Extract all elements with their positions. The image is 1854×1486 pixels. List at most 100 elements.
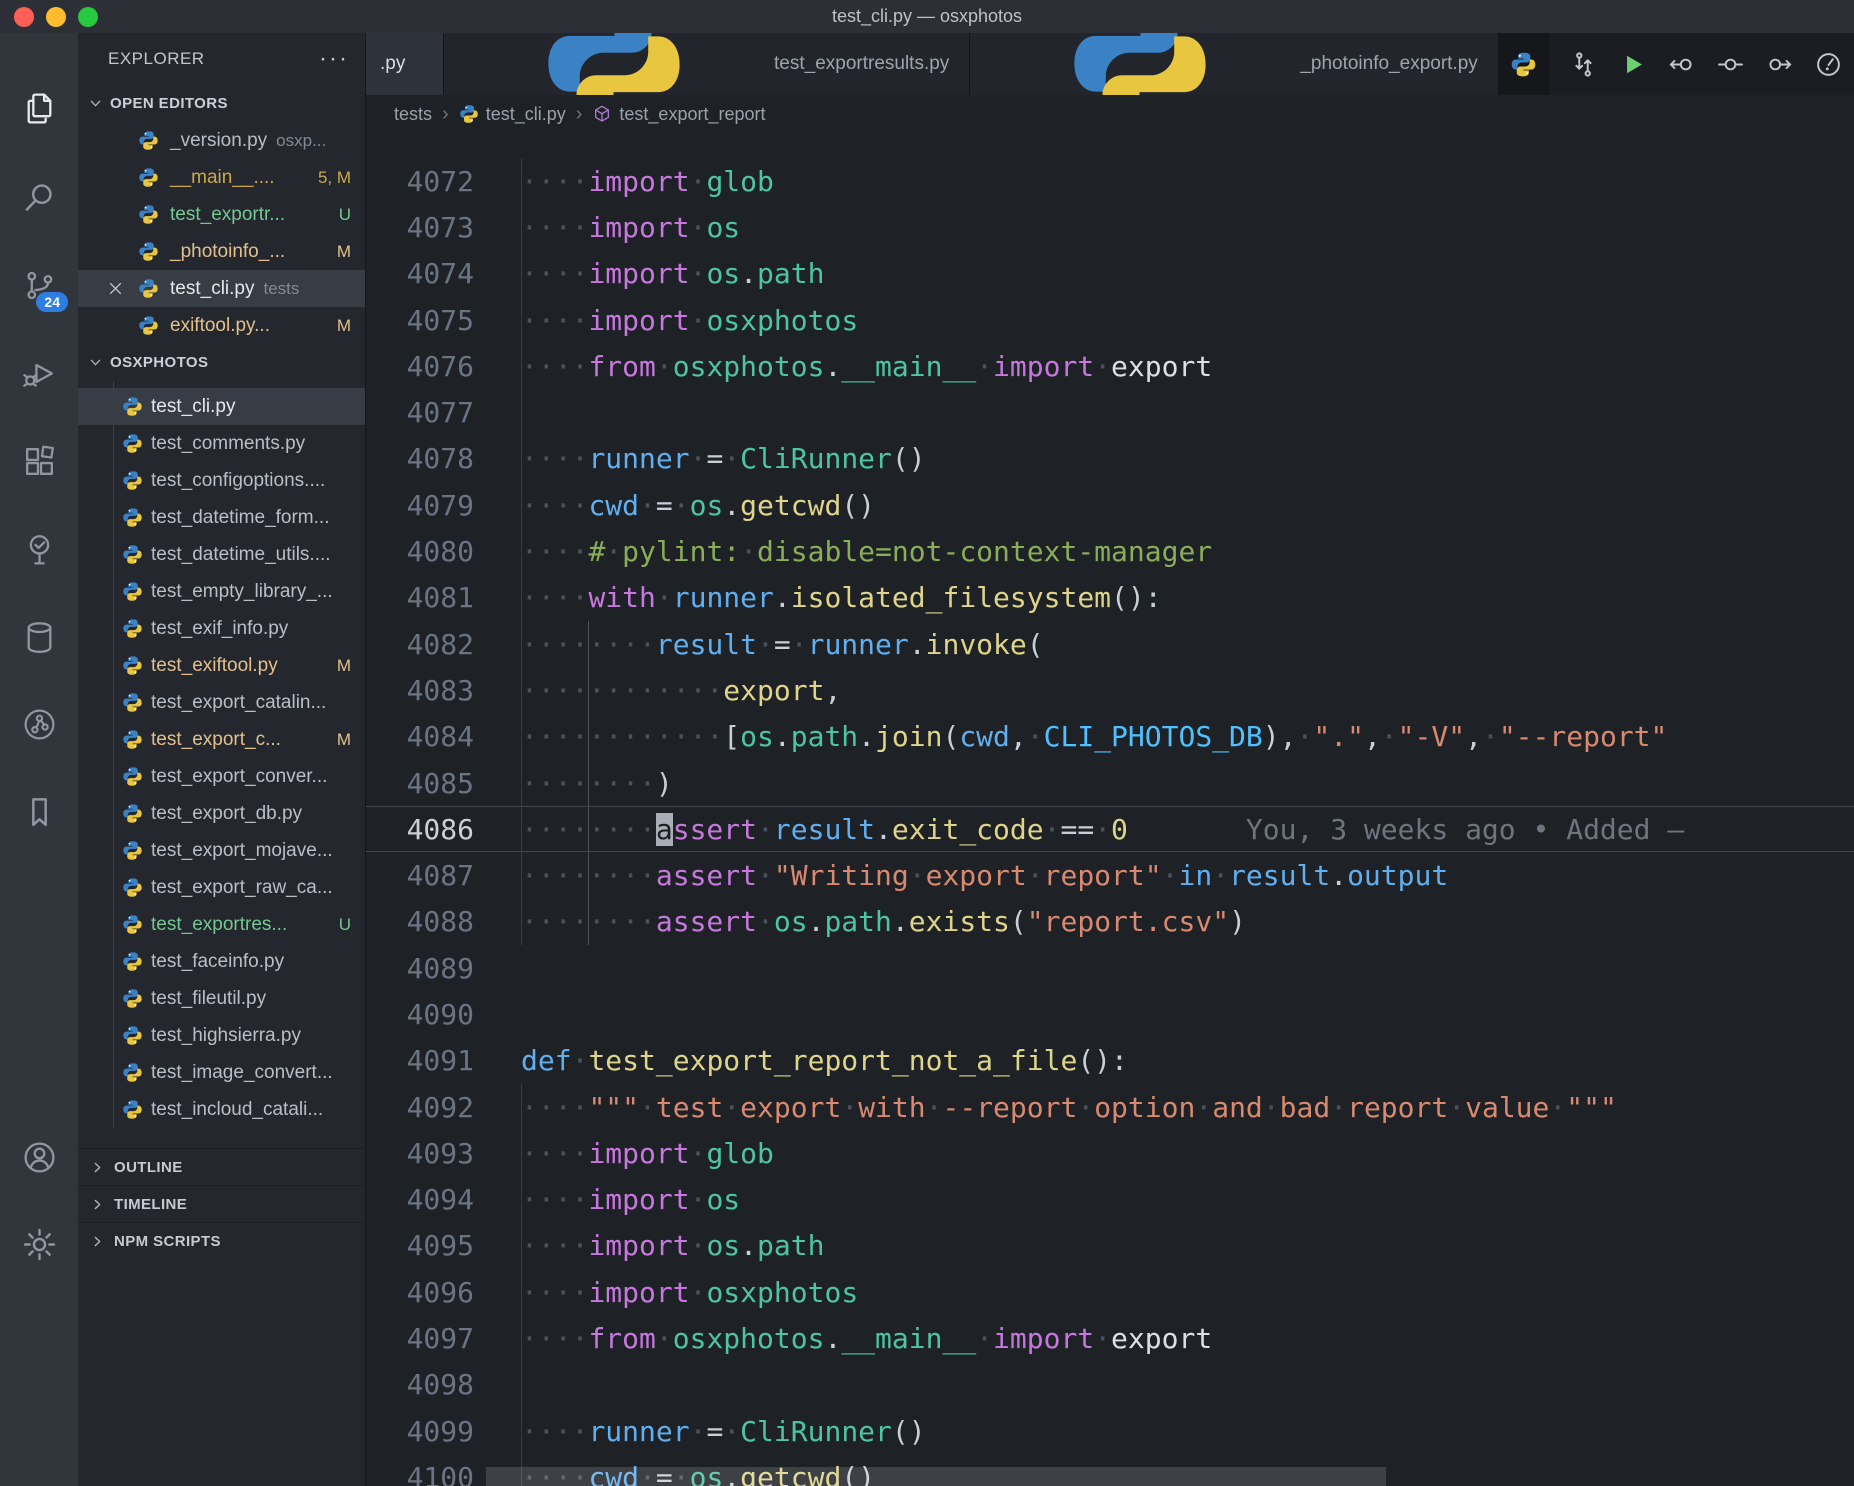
code-line[interactable]: 4081····with·runner.isolated_filesystem(… [366, 575, 1854, 621]
tree-item[interactable]: test_export_raw_ca... [78, 869, 365, 906]
tree-item[interactable]: test_incloud_catali... [78, 1091, 365, 1128]
code-line[interactable]: 4082········result·=·runner.invoke( [366, 621, 1854, 667]
activity-item-settings[interactable] [14, 1220, 64, 1268]
horizontal-scrollbar[interactable] [486, 1467, 1386, 1486]
tab-test_exportresults-py[interactable]: test_exportresults.py [444, 33, 970, 95]
sidebar-section-outline[interactable]: OUTLINE [78, 1148, 365, 1185]
activity-item-explorer[interactable] [14, 84, 64, 132]
activity-item-database[interactable] [14, 613, 64, 661]
python-file-icon [122, 803, 143, 824]
open-editor-item[interactable]: test_cli.pytests [78, 270, 365, 307]
code-line[interactable]: 4078····runner·=·CliRunner() [366, 436, 1854, 482]
code-line[interactable]: 4090 [366, 991, 1854, 1037]
breadcrumb-separator: › [442, 103, 449, 126]
run-file-button[interactable] [1616, 47, 1650, 81]
tree-item[interactable]: test_faceinfo.py [78, 943, 365, 980]
open-editor-item[interactable]: test_exportr...U [78, 196, 365, 233]
tree-item[interactable]: test_fileutil.py [78, 980, 365, 1017]
code-token: == [1060, 813, 1094, 846]
code-line[interactable]: 4083············export, [366, 667, 1854, 713]
open-editor-item[interactable]: __main__....5, M [78, 159, 365, 196]
continue-button[interactable] [1714, 47, 1748, 81]
tree-item[interactable]: test_export_c...M [78, 721, 365, 758]
code-line[interactable]: 4094····import·os [366, 1177, 1854, 1223]
activity-item-run-and-debug[interactable] [14, 349, 64, 397]
breadcrumb-item[interactable]: test_cli.py [459, 104, 566, 125]
tree-item[interactable]: test_configoptions.... [78, 462, 365, 499]
tab-_photoinfo_export-py[interactable]: _photoinfo_export.py [970, 33, 1498, 95]
tree-item[interactable]: test_highsierra.py [78, 1017, 365, 1054]
code-editor[interactable]: 4072····import·glob4073····import·os4074… [366, 133, 1854, 1486]
code-line[interactable]: 4077 [366, 389, 1854, 435]
tree-item[interactable]: test_datetime_utils.... [78, 536, 365, 573]
python-interpreter-button[interactable] [1499, 33, 1549, 95]
more-actions-icon[interactable]: ··· [319, 54, 349, 64]
code-line[interactable]: 4087········assert·"Writing·export·repor… [366, 852, 1854, 898]
project-section-header[interactable]: OSXPHOTOS [78, 344, 365, 381]
step-over-button[interactable] [1763, 47, 1797, 81]
code-line[interactable]: 4093····import·glob [366, 1130, 1854, 1176]
code-line[interactable]: 4089 [366, 945, 1854, 991]
minimize-window-button[interactable] [46, 7, 66, 27]
breadcrumb-item[interactable]: tests [394, 104, 432, 125]
activity-item-bookmarks[interactable] [14, 788, 64, 836]
code-line[interactable]: 4096····import·osxphotos [366, 1269, 1854, 1315]
code-token: ···· [521, 1415, 588, 1448]
open-editor-item[interactable]: _version.pyosxp... [78, 122, 365, 159]
code-line[interactable]: 4079····cwd·=·os.getcwd() [366, 482, 1854, 528]
code-line[interactable]: 4080····#·pylint:·disable=not-context-ma… [366, 528, 1854, 574]
step-back-button[interactable] [1665, 47, 1699, 81]
open-editor-item[interactable]: exiftool.py...M [78, 307, 365, 344]
compare-changes-button[interactable] [1567, 47, 1601, 81]
activity-item-source-control[interactable]: 24 [14, 261, 64, 309]
tab--py[interactable]: .py [366, 33, 444, 95]
code-line[interactable]: 4084············[os.path.join(cwd,·CLI_P… [366, 714, 1854, 760]
code-line[interactable]: 4088········assert·os.path.exists("repor… [366, 899, 1854, 945]
activity-item-accounts[interactable] [14, 1133, 64, 1181]
code-token: from [588, 1322, 655, 1355]
activity-item-search[interactable] [14, 172, 64, 220]
tree-item[interactable]: test_export_conver... [78, 758, 365, 795]
tree-item[interactable]: test_empty_library_... [78, 573, 365, 610]
code-line[interactable]: 4075····import·osxphotos [366, 297, 1854, 343]
tree-item[interactable]: test_datetime_form... [78, 499, 365, 536]
sidebar-section-timeline[interactable]: TIMELINE [78, 1185, 365, 1222]
code-token: · [572, 1044, 589, 1077]
code-line[interactable]: 4091def·test_export_report_not_a_file(): [366, 1038, 1854, 1084]
code-token: · [656, 350, 673, 383]
tree-item[interactable]: test_exif_info.py [78, 610, 365, 647]
tree-item[interactable]: test_export_mojave... [78, 832, 365, 869]
code-line[interactable]: 4095····import·os.path [366, 1223, 1854, 1269]
tree-item[interactable]: test_export_catalin... [78, 684, 365, 721]
code-line[interactable]: 4097····from·osxphotos.__main__·import·e… [366, 1315, 1854, 1361]
line-number: 4095 [366, 1229, 474, 1262]
activity-item-git-graph[interactable] [14, 700, 64, 748]
open-editors-header[interactable]: OPEN EDITORS [78, 85, 365, 122]
tree-item[interactable]: test_export_db.py [78, 795, 365, 832]
code-line[interactable]: 4085········) [366, 760, 1854, 806]
code-line[interactable]: 4076····from·osxphotos.__main__·import·e… [366, 343, 1854, 389]
activity-item-testing[interactable] [14, 525, 64, 573]
open-editor-item[interactable]: _photoinfo_...M [78, 233, 365, 270]
code-token: CliRunner [740, 442, 892, 475]
zoom-window-button[interactable] [78, 7, 98, 27]
tree-item[interactable]: test_comments.py [78, 425, 365, 462]
code-line[interactable]: 4086········assert·result.exit_code·==·0… [366, 806, 1854, 852]
code-line[interactable]: 4073····import·os [366, 204, 1854, 250]
tree-item[interactable]: test_cli.py [78, 388, 365, 425]
code-line[interactable]: 4072····import·glob [366, 158, 1854, 204]
breadcrumb-item[interactable]: test_export_report [592, 104, 765, 125]
code-token: . [774, 581, 791, 614]
code-token: · [1297, 720, 1314, 753]
sidebar-section-npm-scripts[interactable]: NPM SCRIPTS [78, 1222, 365, 1259]
profile-button[interactable] [1812, 47, 1846, 81]
activity-item-extensions[interactable] [14, 437, 64, 485]
code-line[interactable]: 4098 [366, 1362, 1854, 1408]
close-window-button[interactable] [14, 7, 34, 27]
code-line[interactable]: 4074····import·os.path [366, 251, 1854, 297]
code-line[interactable]: 4092····"""·test·export·with·--report·op… [366, 1084, 1854, 1130]
tree-item[interactable]: test_exportres...U [78, 906, 365, 943]
tree-item[interactable]: test_exiftool.pyM [78, 647, 365, 684]
tree-item[interactable]: test_image_convert... [78, 1054, 365, 1091]
code-line[interactable]: 4099····runner·=·CliRunner() [366, 1408, 1854, 1454]
